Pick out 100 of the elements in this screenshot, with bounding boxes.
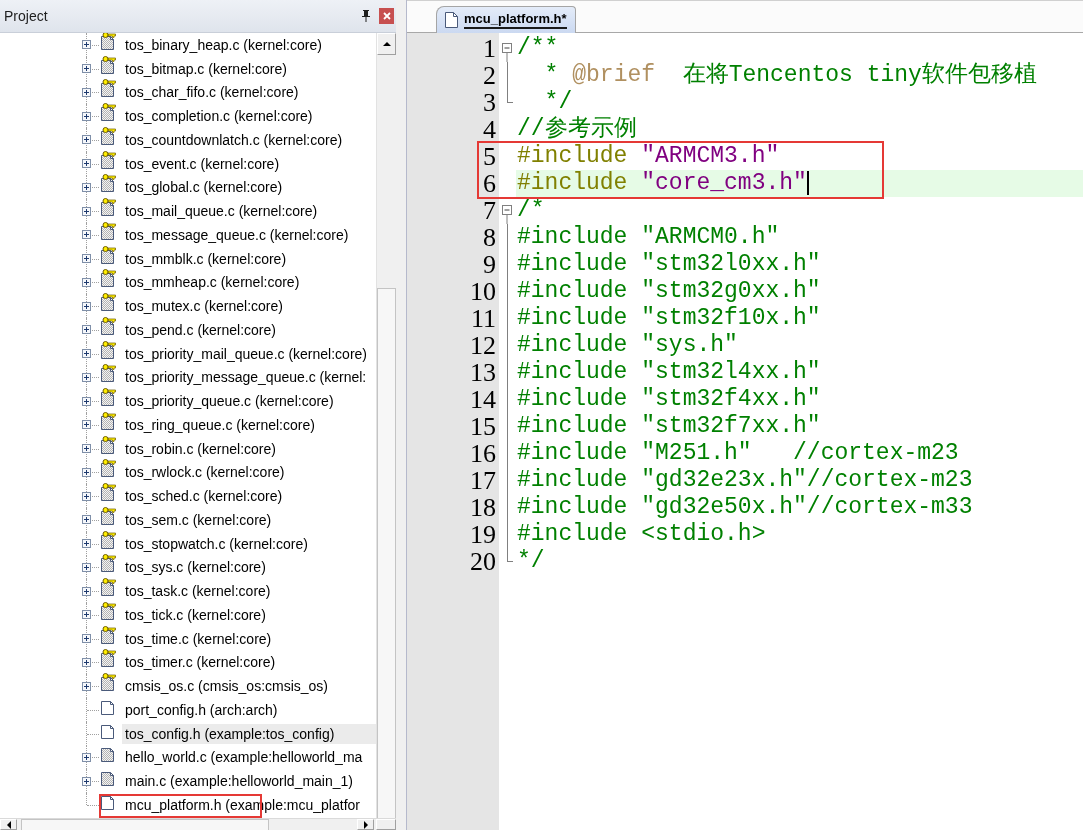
expand-icon[interactable] — [82, 230, 91, 240]
expand-icon[interactable] — [82, 467, 91, 477]
tree-item[interactable]: tos_message_queue.c (kernel:core) — [122, 224, 352, 245]
tree-item[interactable]: tos_priority_mail_queue.c (kernel:core) — [122, 343, 370, 364]
expand-icon[interactable] — [82, 586, 91, 596]
expand-icon[interactable] — [82, 752, 91, 762]
expand-icon[interactable] — [82, 40, 91, 50]
line-number: 17 — [470, 466, 496, 495]
file-key-icon — [100, 625, 116, 644]
expand-icon[interactable] — [82, 64, 91, 74]
tree-item[interactable]: tos_sem.c (kernel:core) — [122, 509, 275, 530]
expand-icon[interactable] — [82, 182, 91, 192]
tree-item[interactable]: cmsis_os.c (cmsis_os:cmsis_os) — [122, 676, 332, 697]
close-icon — [382, 12, 391, 20]
tree-item[interactable]: tos_robin.c (kernel:core) — [122, 438, 279, 459]
tree-item[interactable]: tos_config.h (example:tos_config) — [122, 723, 376, 744]
scroll-left-button[interactable] — [0, 819, 17, 830]
line-number: 4 — [483, 115, 496, 144]
tree-item[interactable]: tos_bitmap.c (kernel:core) — [122, 58, 290, 79]
code-line: #include "stm32f7xx.h" — [516, 413, 821, 440]
file-key-icon — [100, 601, 116, 620]
tree-item[interactable]: tos_stopwatch.c (kernel:core) — [122, 533, 311, 554]
tree-item[interactable]: main.c (example:helloworld_main_1) — [122, 771, 356, 792]
expand-icon[interactable] — [82, 111, 91, 121]
file-key-icon — [100, 269, 116, 288]
expand-icon[interactable] — [82, 776, 91, 786]
line-number: 18 — [470, 493, 496, 522]
file-key-icon — [100, 126, 116, 145]
scroll-right-button[interactable] — [357, 819, 374, 830]
close-button[interactable] — [379, 8, 394, 24]
scroll-up-button[interactable] — [377, 33, 396, 55]
tree-item[interactable]: tos_completion.c (kernel:core) — [122, 106, 316, 127]
expand-icon[interactable] — [82, 634, 91, 644]
tree-item[interactable]: tos_sys.c (kernel:core) — [122, 557, 269, 578]
line-number: 5 — [483, 142, 496, 171]
expand-icon[interactable] — [82, 681, 91, 691]
file-tab[interactable]: mcu_platform.h* — [436, 6, 576, 33]
pin-icon[interactable] — [361, 10, 371, 22]
tree-item[interactable]: tos_priority_queue.c (kernel:core) — [122, 391, 337, 412]
expand-icon[interactable] — [82, 562, 91, 572]
expand-icon[interactable] — [82, 372, 91, 382]
tree-item[interactable]: tos_event.c (kernel:core) — [122, 153, 283, 174]
expand-icon[interactable] — [82, 301, 91, 311]
expand-icon[interactable] — [82, 87, 91, 97]
tree-item[interactable]: port_config.h (arch:arch) — [122, 699, 281, 720]
file-key-icon — [100, 293, 116, 312]
expand-icon[interactable] — [82, 135, 91, 145]
line-number: 6 — [483, 169, 496, 198]
expand-icon[interactable] — [82, 254, 91, 264]
expand-icon[interactable] — [82, 206, 91, 216]
file-key-icon — [100, 649, 116, 668]
expand-icon[interactable] — [82, 325, 91, 335]
expand-icon[interactable] — [82, 396, 91, 406]
line-number: 3 — [483, 88, 496, 117]
expand-icon[interactable] — [82, 349, 91, 359]
code-line: * @brief 在将Tencentos tiny软件包移植 — [543, 62, 1037, 89]
line-number: 10 — [470, 277, 496, 306]
tree-item[interactable]: tos_mutex.c (kernel:core) — [122, 296, 286, 317]
code-line: #include "ARMCM3.h" — [516, 143, 780, 170]
tree-item[interactable]: tos_timer.c (kernel:core) — [122, 652, 279, 673]
expand-icon[interactable] — [82, 159, 91, 169]
file-key-icon — [100, 506, 116, 525]
expand-icon[interactable] — [82, 277, 91, 287]
file-key-icon — [100, 554, 116, 573]
expand-icon[interactable] — [82, 657, 91, 667]
file-key-icon — [100, 198, 116, 217]
tree-item[interactable]: hello_world.c (example:helloworld_ma — [122, 747, 366, 768]
tree-item[interactable]: tos_sched.c (kernel:core) — [122, 486, 286, 507]
code-line: //参考示例 — [516, 116, 637, 143]
arrow-up-icon — [382, 42, 391, 46]
file-key-icon — [100, 459, 116, 478]
code-editor[interactable] — [407, 33, 1083, 830]
tree-item[interactable]: tos_mail_queue.c (kernel:core) — [122, 201, 321, 222]
tree-item[interactable]: tos_rwlock.c (kernel:core) — [122, 462, 288, 483]
expand-icon[interactable] — [82, 610, 91, 620]
tree-item[interactable]: tos_countdownlatch.c (kernel:core) — [122, 129, 346, 150]
tree-item[interactable]: tos_global.c (kernel:core) — [122, 177, 286, 198]
tree-item[interactable]: tos_tick.c (kernel:core) — [122, 604, 269, 625]
tree-item[interactable]: tos_task.c (kernel:core) — [122, 581, 274, 602]
file-key-icon — [100, 411, 116, 430]
expand-icon[interactable] — [82, 515, 91, 525]
panel-title: Project — [4, 8, 49, 24]
tree-item[interactable]: tos_mmheap.c (kernel:core) — [122, 272, 303, 293]
tree-item[interactable]: tos_pend.c (kernel:core) — [122, 319, 279, 340]
expand-icon[interactable] — [82, 491, 91, 501]
tree-item[interactable]: tos_time.c (kernel:core) — [122, 628, 275, 649]
expand-icon[interactable] — [82, 444, 91, 454]
scrollbar-thumb[interactable] — [377, 288, 396, 818]
code-line: */ — [516, 548, 545, 575]
tree-item[interactable]: tos_ring_queue.c (kernel:core) — [122, 414, 318, 435]
expand-icon[interactable] — [82, 420, 91, 430]
scrollbar-track[interactable] — [0, 818, 396, 830]
tree-item[interactable]: tos_char_fifo.c (kernel:core) — [122, 82, 302, 103]
line-number: 11 — [470, 304, 496, 333]
tree-item[interactable]: tos_binary_heap.c (kernel:core) — [122, 34, 325, 55]
tree-item[interactable]: tos_mmblk.c (kernel:core) — [122, 248, 290, 269]
tree-item[interactable]: tos_priority_message_queue.c (kernel: — [122, 367, 370, 388]
scrollbar-thumb[interactable] — [21, 819, 269, 830]
file-key-icon — [100, 435, 116, 454]
expand-icon[interactable] — [82, 539, 91, 549]
